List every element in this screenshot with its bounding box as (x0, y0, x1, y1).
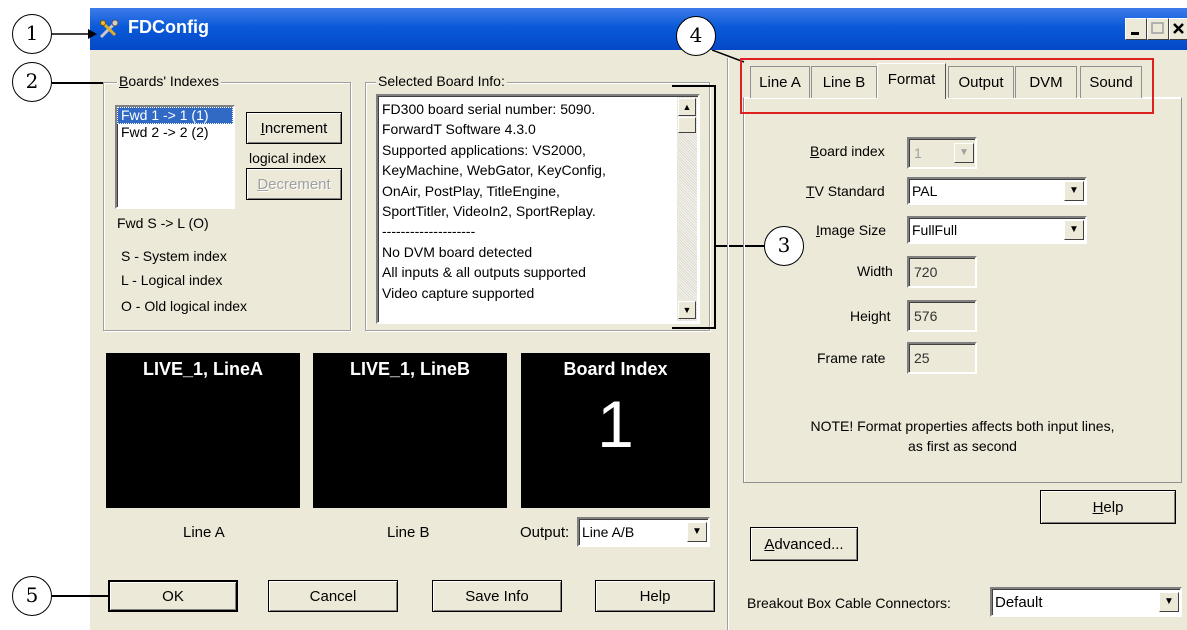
output-label: Output: (520, 524, 570, 541)
advanced-button[interactable]: Advanced... (750, 527, 858, 561)
info-line: Supported applications: VS2000, (382, 141, 586, 158)
info-line: ForwardT Software 4.3.0 (382, 121, 536, 138)
maximize-button[interactable] (1147, 18, 1169, 40)
format-line-label: Fwd S -> L (O) (117, 215, 209, 231)
breakout-label: Breakout Box Cable Connectors: (747, 595, 951, 611)
chevron-down-icon[interactable]: ▼ (1064, 181, 1084, 201)
info-line: Video capture supported (382, 284, 535, 301)
info-line: No DVM board detected (382, 243, 533, 260)
help-button[interactable]: Help (595, 580, 715, 612)
height-field: 576 (907, 300, 977, 332)
height-label: Height (850, 308, 891, 324)
info-line: SportTitler, VideoIn2, SportReplay. (382, 203, 596, 220)
board-index-label: Board index (810, 143, 885, 159)
callout-2-line (52, 82, 110, 84)
board-index-select[interactable]: 1 ▼ (907, 137, 977, 169)
callout-5-line (52, 595, 108, 597)
app-icon (98, 18, 120, 40)
vertical-separator (727, 58, 729, 630)
image-size-value: FullFull (912, 222, 958, 238)
line-b-monitor: LIVE_1, LineB (313, 353, 507, 508)
list-item[interactable]: Fwd 2 -> 2 (2) (117, 124, 233, 141)
format-note-line2: as first as second (908, 438, 1017, 454)
output-select-value: Line A/B (582, 524, 635, 540)
line-a-monitor-title: LIVE_1, LineA (142, 359, 264, 379)
logical-index-label: logical index (249, 150, 327, 166)
minimize-button[interactable] (1125, 18, 1147, 40)
list-item[interactable]: Fwd 1 -> 1 (1) (117, 107, 233, 124)
format-help-button[interactable]: Help (1040, 490, 1176, 524)
board-index-value: 1 (597, 387, 634, 461)
info-line: KeyMachine, WebGator, KeyConfig, (382, 162, 606, 179)
tv-standard-select[interactable]: PAL ▼ (907, 177, 1087, 205)
chevron-down-icon[interactable]: ▼ (687, 522, 707, 542)
info-line: All inputs & all outputs supported (382, 264, 586, 281)
system-index-legend: S - System index (121, 248, 227, 264)
board-index-title: Board Index (563, 359, 668, 379)
boards-indexes-legend: Boards' Indexes (117, 73, 221, 89)
callout-2: 2 (12, 62, 52, 102)
selected-board-info-legend: Selected Board Info: (376, 73, 507, 89)
callout-5: 5 (12, 576, 52, 616)
tv-standard-label: TV Standard (806, 183, 885, 199)
boards-listbox[interactable]: Fwd 1 -> 1 (1) Fwd 2 -> 2 (2) (115, 105, 235, 209)
tv-standard-value: PAL (912, 183, 938, 199)
chevron-down-icon[interactable]: ▼ (1064, 220, 1084, 240)
callout-3-bracket (672, 85, 716, 329)
ok-button[interactable]: OK (108, 580, 238, 612)
close-button[interactable] (1169, 18, 1187, 40)
chevron-down-icon[interactable]: ▼ (954, 143, 974, 163)
image-size-select[interactable]: FullFull ▼ (907, 216, 1087, 244)
callout-1-arrow (52, 24, 98, 47)
info-line: FD300 board serial number: 5090. (382, 101, 596, 117)
width-label: Width (857, 263, 893, 279)
board-index-select-value: 1 (914, 145, 922, 161)
breakout-select[interactable]: Default ▼ (990, 587, 1182, 617)
line-a-monitor: LIVE_1, LineA (106, 353, 300, 508)
old-logical-index-legend: O - Old logical index (121, 298, 248, 314)
title-bar[interactable] (90, 8, 1187, 50)
frame-rate-label: Frame rate (817, 350, 886, 366)
width-field: 720 (907, 256, 977, 288)
cancel-button[interactable]: Cancel (268, 580, 398, 612)
tabs-highlight-box (740, 58, 1154, 114)
decrement-button[interactable]: Decrement (246, 168, 342, 200)
info-line: OnAir, PostPlay, TitleEngine, (382, 182, 560, 199)
image-size-label: Image Size (816, 222, 887, 238)
callout-4: 4 (676, 16, 716, 56)
board-index-monitor: Board Index 1 (521, 353, 710, 508)
increment-button[interactable]: Increment (246, 112, 342, 144)
window-title: FDConfig (128, 17, 209, 37)
info-line: -------------------- (382, 223, 476, 240)
frame-rate-field: 25 (907, 342, 977, 374)
line-b-monitor-title: LIVE_1, LineB (349, 359, 471, 379)
line-a-caption: Line A (183, 524, 225, 541)
breakout-select-value: Default (995, 594, 1043, 611)
format-note-line1: NOTE! Format properties affects both inp… (810, 418, 1115, 434)
callout-1: 1 (12, 14, 52, 54)
chevron-down-icon[interactable]: ▼ (1159, 592, 1179, 612)
line-b-caption: Line B (387, 524, 430, 541)
logical-index-legend: L - Logical index (121, 272, 223, 288)
output-select[interactable]: Line A/B ▼ (577, 517, 710, 547)
board-info-textbox[interactable]: FD300 board serial number: 5090. ForwardT… (376, 94, 700, 324)
save-info-button[interactable]: Save Info (432, 580, 562, 612)
